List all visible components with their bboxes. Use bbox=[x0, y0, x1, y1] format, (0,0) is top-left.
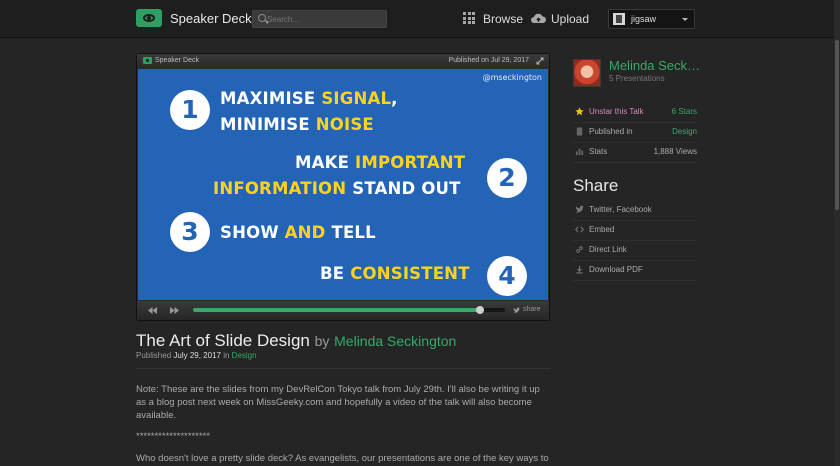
player-published-date: Published on Jul 29, 2017 bbox=[448, 57, 529, 64]
slide-line-2: MINIMISE NOISE bbox=[220, 115, 374, 134]
search-box[interactable] bbox=[252, 10, 387, 28]
stats-label: Stats bbox=[589, 147, 608, 156]
player-controls: share bbox=[137, 301, 549, 320]
slide-number-badge-4: 4 bbox=[487, 256, 527, 296]
star-icon bbox=[575, 107, 584, 116]
twitter-bird-icon bbox=[575, 205, 584, 213]
slide-player: Speaker Deck Published on Jul 29, 2017 @… bbox=[136, 53, 550, 321]
published-in-label: Published in bbox=[589, 127, 633, 136]
current-slide[interactable]: @mseckington 1 MAXIMISE SIGNAL, MINIMISE… bbox=[138, 69, 548, 300]
player-header: Speaker Deck Published on Jul 29, 2017 bbox=[137, 54, 549, 68]
slide-progress-handle[interactable] bbox=[476, 306, 485, 314]
top-bar: Speaker Deck Browse Upload jigsaw bbox=[0, 0, 840, 38]
slide-twitter-handle: @mseckington bbox=[482, 73, 542, 82]
embed-link[interactable]: Embed bbox=[589, 225, 614, 234]
talk-published-line: Published July 29, 2017 in Design bbox=[136, 351, 257, 360]
player-brand: Speaker Deck bbox=[155, 57, 199, 64]
share-heading: Share bbox=[573, 176, 619, 195]
bar-chart-icon bbox=[575, 148, 584, 156]
search-input[interactable] bbox=[267, 11, 385, 27]
talk-title: The Art of Slide Design bbox=[136, 331, 310, 350]
user-avatar bbox=[613, 13, 625, 25]
stats-row: Stats 1,888 Views bbox=[573, 144, 697, 163]
slide-number-badge-1: 1 bbox=[170, 90, 210, 130]
slide-number-badge-3: 3 bbox=[170, 212, 210, 252]
slide-line-3: MAKE IMPORTANT bbox=[295, 153, 466, 172]
browse-link[interactable]: Browse bbox=[483, 12, 523, 26]
star-row: Unstar this Talk 6 Stars bbox=[573, 104, 697, 123]
code-icon bbox=[575, 226, 584, 233]
previous-slide-icon[interactable] bbox=[148, 307, 157, 314]
talk-author-link[interactable]: Melinda Seckington bbox=[334, 333, 456, 349]
stars-count-link[interactable]: 6 Stars bbox=[672, 107, 697, 116]
direct-link[interactable]: Direct Link bbox=[589, 245, 627, 254]
published-in-row: Published in Design bbox=[573, 124, 697, 143]
user-menu-dropdown[interactable]: jigsaw bbox=[608, 9, 695, 29]
upload-link[interactable]: Upload bbox=[551, 12, 589, 26]
download-icon bbox=[576, 265, 583, 274]
page-scrollbar[interactable] bbox=[834, 0, 840, 466]
talk-description-separator: ******************** bbox=[136, 431, 210, 442]
twitter-bird-icon[interactable] bbox=[513, 307, 520, 314]
grid-icon[interactable] bbox=[463, 12, 476, 24]
share-row-direct-link[interactable]: Direct Link bbox=[573, 242, 697, 261]
brand-name[interactable]: Speaker Deck bbox=[170, 11, 252, 26]
fullscreen-icon[interactable] bbox=[536, 57, 544, 65]
link-icon bbox=[576, 246, 583, 253]
search-icon bbox=[258, 14, 266, 22]
slide-line-6: BE CONSISTENT bbox=[320, 264, 470, 283]
scrollbar-thumb[interactable] bbox=[835, 40, 839, 210]
divider bbox=[136, 368, 550, 369]
views-count: 1,888 Views bbox=[653, 147, 697, 156]
share-twitter-facebook-link[interactable]: Twitter, Facebook bbox=[589, 205, 652, 214]
book-icon bbox=[576, 127, 583, 136]
chevron-down-icon bbox=[682, 18, 688, 21]
slide-number-badge-2: 2 bbox=[487, 158, 527, 198]
talk-description-body: Who doesn't love a pretty slide deck? As… bbox=[136, 453, 549, 464]
speaker-deck-mini-logo-icon bbox=[143, 57, 152, 64]
unstar-talk-button[interactable]: Unstar this Talk bbox=[589, 107, 644, 116]
slide-progress-bar[interactable] bbox=[193, 306, 505, 314]
sidebar-category-link[interactable]: Design bbox=[672, 127, 697, 136]
share-row-embed[interactable]: Embed bbox=[573, 222, 697, 241]
slide-line-1: MAXIMISE SIGNAL, bbox=[220, 89, 398, 108]
talk-category-link[interactable]: Design bbox=[232, 351, 257, 360]
slide-line-5: SHOW AND TELL bbox=[220, 223, 376, 242]
author-avatar[interactable] bbox=[573, 59, 601, 87]
slide-line-4: INFORMATION STAND OUT bbox=[213, 179, 461, 198]
talk-title-line: The Art of Slide Design by Melinda Secki… bbox=[136, 331, 456, 351]
slide-progress-fill bbox=[193, 308, 481, 312]
talk-published-date: July 29, 2017 bbox=[173, 351, 221, 360]
author-name-link[interactable]: Melinda Seck… bbox=[609, 58, 700, 73]
talk-description-note: Note: These are the slides from my DevRe… bbox=[136, 384, 540, 421]
talk-by: by bbox=[314, 333, 330, 349]
speaker-deck-logo-icon[interactable] bbox=[136, 9, 162, 27]
share-row-twitter-facebook[interactable]: Twitter, Facebook bbox=[573, 202, 697, 221]
download-pdf-link[interactable]: Download PDF bbox=[589, 265, 643, 274]
cloud-upload-icon[interactable] bbox=[531, 13, 546, 23]
share-link[interactable]: share bbox=[523, 306, 541, 313]
author-presentation-count[interactable]: 5 Presentations bbox=[609, 74, 665, 83]
username: jigsaw bbox=[631, 14, 657, 24]
next-slide-icon[interactable] bbox=[170, 307, 179, 314]
share-row-download-pdf[interactable]: Download PDF bbox=[573, 262, 697, 281]
